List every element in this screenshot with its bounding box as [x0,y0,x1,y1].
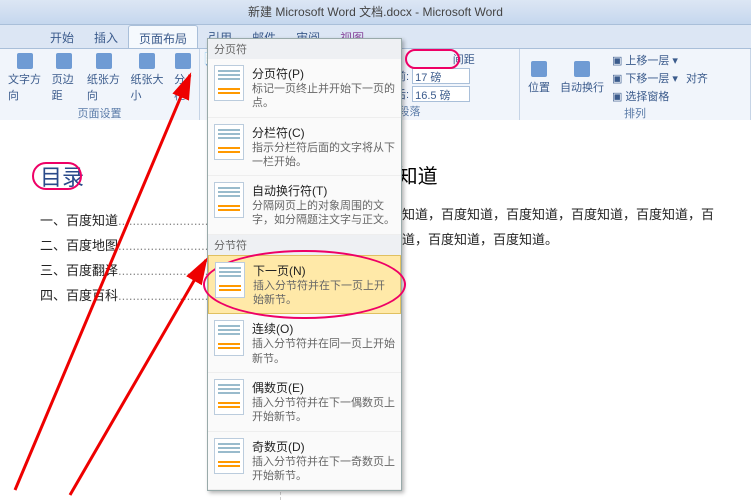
section-section-breaks: 分节符 [208,235,401,255]
item-next-page[interactable]: 下一页(N)插入分节符并在下一页上开始新节。 [208,255,401,315]
text-direction-button[interactable]: 文字方向 [6,51,44,105]
tab-page-layout[interactable]: 页面布局 [128,25,198,48]
window-titlebar: 新建 Microsoft Word 文档.docx - Microsoft Wo… [0,0,751,25]
group-arrange-label: 排列 [526,105,744,121]
page-break-icon [214,65,244,101]
columns-button[interactable]: 分栏 [172,51,193,105]
position-button[interactable]: 位置 [526,59,552,97]
item-text-wrap-break[interactable]: 自动换行符(T)分隔网页上的对象周围的文字，如分隔题注文字与正文。 [208,176,401,235]
section-page-breaks: 分页符 [208,39,401,59]
spacing-after-input[interactable]: 16.5 磅 [412,86,470,102]
item-page-break[interactable]: 分页符(P)标记一页终止并开始下一页的点。 [208,59,401,118]
send-backward-button[interactable]: ▣ 下移一层 ▾ [612,69,678,87]
column-break-icon [214,124,244,160]
wrap-button[interactable]: 自动换行 [558,59,606,97]
even-page-icon [214,379,244,415]
odd-page-icon [214,438,244,474]
orientation-button[interactable]: 纸张方向 [85,51,123,105]
item-even-page[interactable]: 偶数页(E)插入分节符并在下一偶数页上开始新节。 [208,373,401,432]
item-continuous[interactable]: 连续(O)插入分节符并在同一页上开始新节。 [208,314,401,373]
breaks-dropdown-menu: 分页符 分页符(P)标记一页终止并开始下一页的点。 分栏符(C)指示分栏符后面的… [207,38,402,491]
align-button[interactable]: 对齐 [684,68,710,88]
tab-home[interactable]: 开始 [40,25,84,48]
continuous-icon [214,320,244,356]
group-page-setup-label: 页面设置 [6,105,193,121]
item-odd-page[interactable]: 奇数页(D)插入分节符并在下一奇数页上开始新节。 [208,432,401,491]
item-column-break[interactable]: 分栏符(C)指示分栏符后面的文字将从下一栏开始。 [208,118,401,177]
next-page-icon [215,262,245,298]
size-button[interactable]: 纸张大小 [129,51,167,105]
bring-forward-button[interactable]: ▣ 上移一层 ▾ [612,51,678,69]
spacing-before-input[interactable]: 17 磅 [412,68,470,84]
wrap-break-icon [214,182,244,218]
tab-insert[interactable]: 插入 [84,25,128,48]
selection-pane-button[interactable]: ▣ 选择窗格 [612,87,678,105]
margins-button[interactable]: 页边距 [50,51,79,105]
